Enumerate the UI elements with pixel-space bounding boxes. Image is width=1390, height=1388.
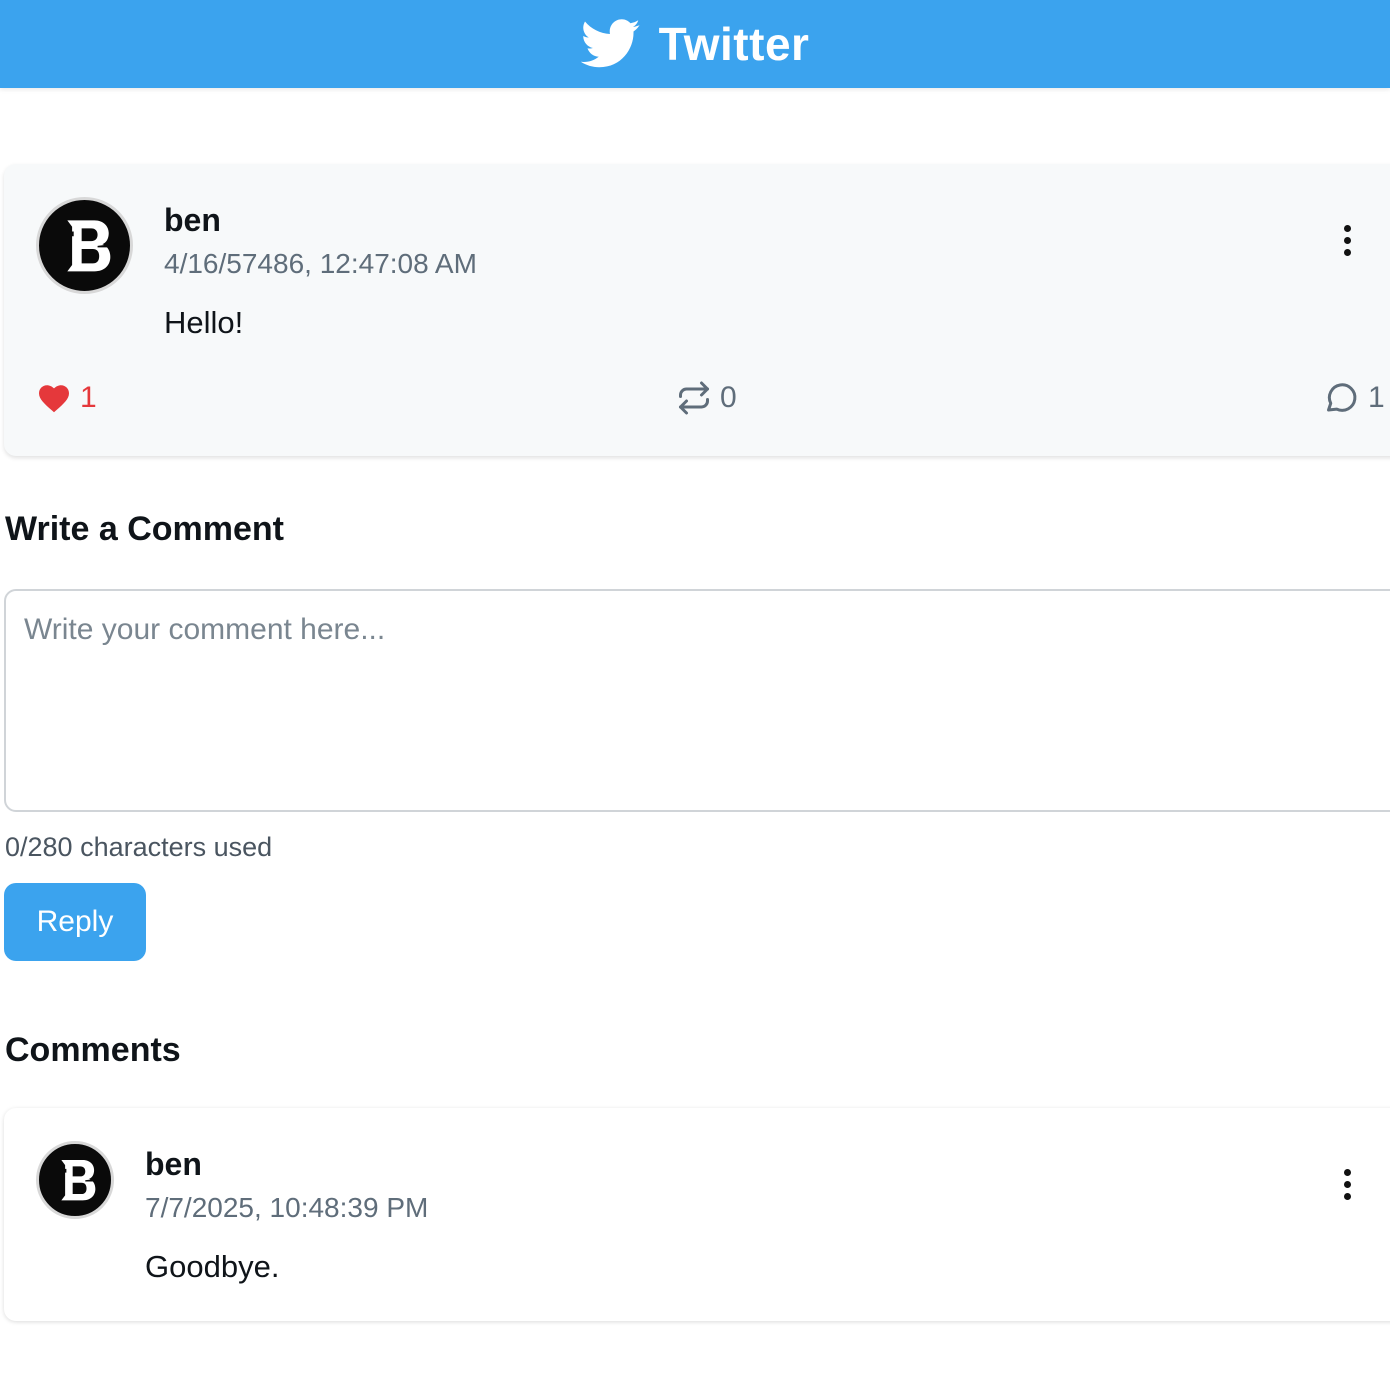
comments-heading: Comments — [5, 1031, 181, 1069]
heart-icon — [39, 385, 69, 413]
comment-timestamp: 7/7/2025, 10:48:39 PM — [145, 1192, 429, 1223]
avatar[interactable] — [36, 197, 133, 294]
speech-bubble-icon — [1327, 383, 1357, 412]
like-button[interactable]: 1 — [36, 380, 97, 416]
dot-icon — [1343, 236, 1351, 244]
comment-author[interactable]: ben — [145, 1146, 202, 1183]
dot-icon — [1343, 224, 1351, 232]
more-options-button[interactable] — [1332, 220, 1362, 260]
letter-b-logo-icon — [57, 1159, 96, 1201]
retweet-icon — [679, 381, 709, 415]
reply-action-button[interactable]: 1 — [1324, 380, 1385, 416]
comment-text: Goodbye. — [145, 1249, 280, 1284]
top-bar: Twitter — [0, 0, 1390, 88]
like-count: 1 — [80, 381, 97, 414]
comment-more-options-button[interactable] — [1332, 1164, 1362, 1204]
dot-icon — [1343, 248, 1351, 256]
tweet-author[interactable]: ben — [164, 202, 221, 239]
twitter-bird-icon — [580, 19, 640, 68]
comment-input[interactable] — [4, 589, 1390, 812]
write-comment-heading: Write a Comment — [5, 510, 284, 548]
comment-card: ben 7/7/2025, 10:48:39 PM Goodbye. — [4, 1108, 1390, 1321]
letter-b-logo-icon — [62, 220, 110, 271]
retweet-button[interactable]: 0 — [676, 380, 737, 416]
tweet-text: Hello! — [164, 305, 244, 340]
tweet-card: ben 4/16/57486, 12:47:08 AM Hello! 1 0 1 — [4, 164, 1390, 456]
dot-icon — [1343, 1180, 1351, 1188]
character-counter: 0/280 characters used — [5, 832, 273, 862]
retweet-count: 0 — [720, 381, 737, 414]
tweet-timestamp: 4/16/57486, 12:47:08 AM — [164, 248, 477, 279]
dot-icon — [1343, 1168, 1351, 1176]
brand[interactable]: Twitter — [580, 17, 810, 71]
reply-button[interactable]: Reply — [4, 883, 146, 961]
avatar[interactable] — [36, 1141, 114, 1219]
brand-name: Twitter — [658, 18, 810, 70]
reply-count: 1 — [1368, 381, 1385, 414]
dot-icon — [1343, 1192, 1351, 1200]
